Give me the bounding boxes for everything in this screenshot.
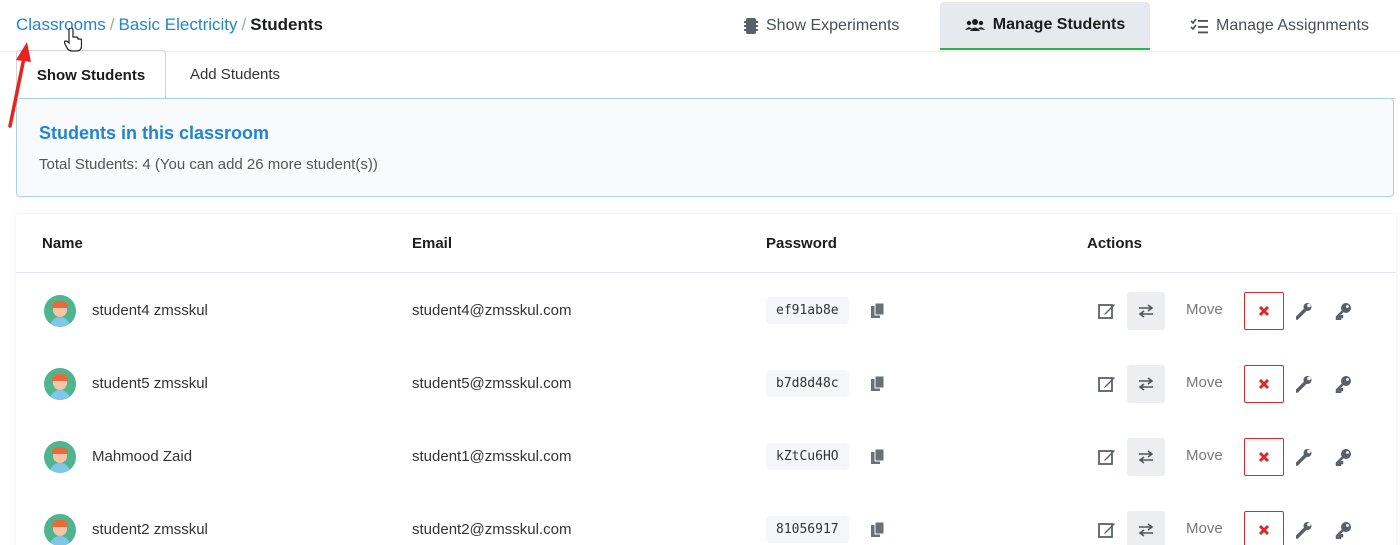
edit-icon[interactable] — [1098, 521, 1116, 539]
student-name: student5 zmsskul — [92, 375, 208, 392]
password-cell: ef91ab8e — [766, 274, 885, 347]
delete-button[interactable] — [1244, 292, 1284, 330]
password-value: ef91ab8e — [766, 297, 849, 324]
close-icon — [1258, 378, 1270, 390]
breadcrumb-separator: / — [241, 15, 247, 34]
key-icon[interactable] — [1335, 448, 1352, 466]
student-email: student4@zmsskul.com — [412, 302, 572, 319]
nav-show-experiments-label: Show Experiments — [766, 17, 900, 34]
hand-cursor-icon — [64, 28, 82, 52]
edit-icon[interactable] — [1098, 375, 1116, 393]
info-title: Students in this classroom — [39, 123, 270, 143]
copy-icon[interactable] — [870, 302, 885, 319]
info-subtitle: Total Students: 4 (You can add 26 more s… — [39, 156, 378, 173]
student-name: student4 zmsskul — [92, 302, 208, 319]
annotation-arrow — [8, 42, 31, 128]
student-name: Mahmood Zaid — [92, 448, 193, 465]
breadcrumb-separator: / — [109, 15, 115, 34]
student-email: student1@zmsskul.com — [412, 448, 572, 465]
copy-icon[interactable] — [870, 521, 885, 538]
nav-manage-assignments[interactable]: Manage Assignments — [1190, 2, 1390, 50]
header-actions: Actions — [1087, 235, 1143, 252]
phone-icon — [744, 18, 758, 34]
delete-button[interactable] — [1244, 438, 1284, 476]
nav-manage-assignments-label: Manage Assignments — [1216, 17, 1369, 34]
edit-icon[interactable] — [1098, 448, 1116, 466]
tab-add-students[interactable]: Add Students — [166, 50, 304, 99]
student-email: student2@zmsskul.com — [412, 521, 572, 538]
move-button[interactable]: Move — [1186, 447, 1223, 464]
close-icon — [1258, 305, 1270, 317]
users-icon — [964, 19, 985, 31]
password-value: b7d8d48c — [766, 370, 849, 397]
password-value: 81056917 — [766, 516, 849, 543]
student-name: student2 zmsskul — [92, 521, 208, 538]
student-name-cell: student2 zmsskul — [44, 493, 208, 545]
edit-icon[interactable] — [1098, 302, 1116, 320]
copy-icon[interactable] — [870, 448, 885, 465]
table-row: student4 zmsskul student4@zmsskul.com ef… — [16, 274, 1396, 347]
avatar — [44, 367, 76, 400]
exchange-icon — [1138, 450, 1154, 464]
wrench-icon[interactable] — [1296, 448, 1312, 466]
delete-button[interactable] — [1244, 365, 1284, 403]
exchange-icon — [1138, 377, 1154, 391]
avatar — [44, 294, 76, 327]
exchange-button[interactable] — [1127, 511, 1165, 545]
sub-tabs: Show Students Add Students — [16, 50, 1396, 100]
avatar — [44, 440, 76, 473]
header-password: Password — [766, 235, 837, 252]
nav-show-experiments[interactable]: Show Experiments — [744, 2, 914, 50]
copy-icon[interactable] — [870, 375, 885, 392]
wrench-icon[interactable] — [1296, 302, 1312, 320]
student-email: student5@zmsskul.com — [412, 375, 572, 392]
exchange-icon — [1138, 523, 1154, 537]
password-value: kZtCu6HO — [766, 443, 849, 470]
password-cell: 81056917 — [766, 493, 885, 545]
header-email: Email — [412, 235, 453, 252]
nav-manage-students-label: Manage Students — [992, 16, 1126, 33]
exchange-button[interactable] — [1127, 438, 1165, 476]
student-name-cell: Mahmood Zaid — [44, 420, 192, 493]
table-row: Mahmood Zaid student1@zmsskul.com kZtCu6… — [16, 420, 1396, 493]
students-table: Name Email Password Actions student4 zms… — [16, 214, 1396, 545]
password-cell: b7d8d48c — [766, 347, 885, 420]
wrench-icon[interactable] — [1296, 521, 1312, 539]
key-icon[interactable] — [1335, 375, 1352, 393]
key-icon[interactable] — [1335, 302, 1352, 320]
student-name-cell: student4 zmsskul — [44, 274, 208, 347]
password-cell: kZtCu6HO — [766, 420, 885, 493]
table-row: student5 zmsskul student5@zmsskul.com b7… — [16, 347, 1396, 420]
delete-button[interactable] — [1244, 511, 1284, 545]
key-icon[interactable] — [1335, 521, 1352, 539]
tasks-icon — [1190, 18, 1208, 34]
header-name: Name — [42, 235, 83, 252]
move-button[interactable]: Move — [1186, 520, 1223, 537]
breadcrumb-basic-electricity[interactable]: Basic Electricity — [118, 15, 237, 34]
wrench-icon[interactable] — [1296, 375, 1312, 393]
exchange-icon — [1138, 304, 1154, 318]
top-bar: Classrooms / Basic Electricity / Students Sh… — [0, 0, 1400, 52]
exchange-button[interactable] — [1127, 292, 1165, 330]
move-button[interactable]: Move — [1186, 374, 1223, 391]
breadcrumb: Classrooms / Basic Electricity / Students — [16, 15, 323, 35]
table-row: student2 zmsskul student2@zmsskul.com 81… — [16, 493, 1396, 545]
avatar — [44, 513, 76, 545]
student-name-cell: student5 zmsskul — [44, 347, 208, 420]
exchange-button[interactable] — [1127, 365, 1165, 403]
close-icon — [1258, 451, 1270, 463]
move-button[interactable]: Move — [1186, 301, 1223, 318]
table-header: Name Email Password Actions — [16, 214, 1396, 273]
breadcrumb-classrooms[interactable]: Classrooms — [16, 15, 106, 34]
breadcrumb-current: Students — [250, 15, 323, 34]
close-icon — [1258, 524, 1270, 536]
nav-manage-students[interactable]: Manage Students — [940, 2, 1150, 50]
classroom-info-box: Students in this classroom Total Student… — [16, 98, 1394, 197]
